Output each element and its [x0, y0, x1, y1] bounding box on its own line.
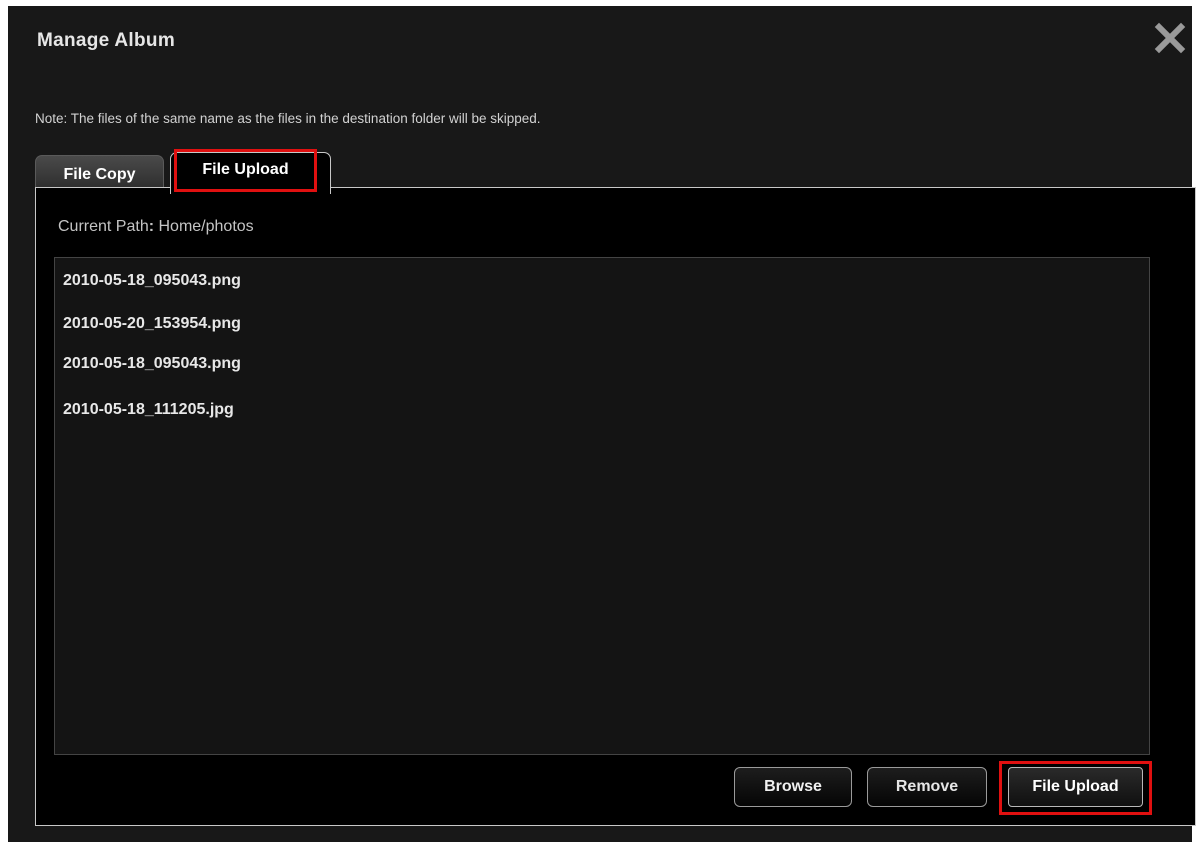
list-item[interactable]: 2010-05-18_095043.png: [63, 272, 241, 290]
tab-file-upload-label: File Upload: [202, 161, 289, 178]
file-upload-button-highlight: File Upload: [999, 761, 1152, 815]
current-path-separator: :: [148, 218, 155, 235]
tab-file-copy-label: File Copy: [63, 166, 136, 183]
current-path-label: Current Path: [58, 218, 149, 235]
list-item[interactable]: 2010-05-18_111205.jpg: [63, 401, 234, 419]
skip-note: Note: The files of the same name as the …: [35, 111, 541, 126]
current-path: Current Path: Home/photos: [58, 218, 254, 236]
file-upload-button[interactable]: File Upload: [1008, 767, 1143, 807]
list-item[interactable]: 2010-05-20_153954.png: [63, 315, 241, 333]
dialog-title: Manage Album: [37, 30, 176, 51]
current-path-value: Home/photos: [158, 218, 254, 235]
browse-button[interactable]: Browse: [734, 767, 852, 807]
list-item[interactable]: 2010-05-18_095043.png: [63, 355, 241, 373]
file-list[interactable]: 2010-05-18_095043.png 2010-05-20_153954.…: [54, 257, 1150, 755]
file-upload-panel: Current Path: Home/photos 2010-05-18_095…: [35, 187, 1196, 826]
manage-album-dialog: Manage Album Note: The files of the same…: [8, 6, 1196, 842]
remove-button[interactable]: Remove: [867, 767, 987, 807]
tab-file-upload-highlight: File Upload: [174, 149, 317, 192]
tab-file-upload[interactable]: File Upload: [170, 149, 331, 194]
close-icon[interactable]: [1152, 20, 1188, 56]
